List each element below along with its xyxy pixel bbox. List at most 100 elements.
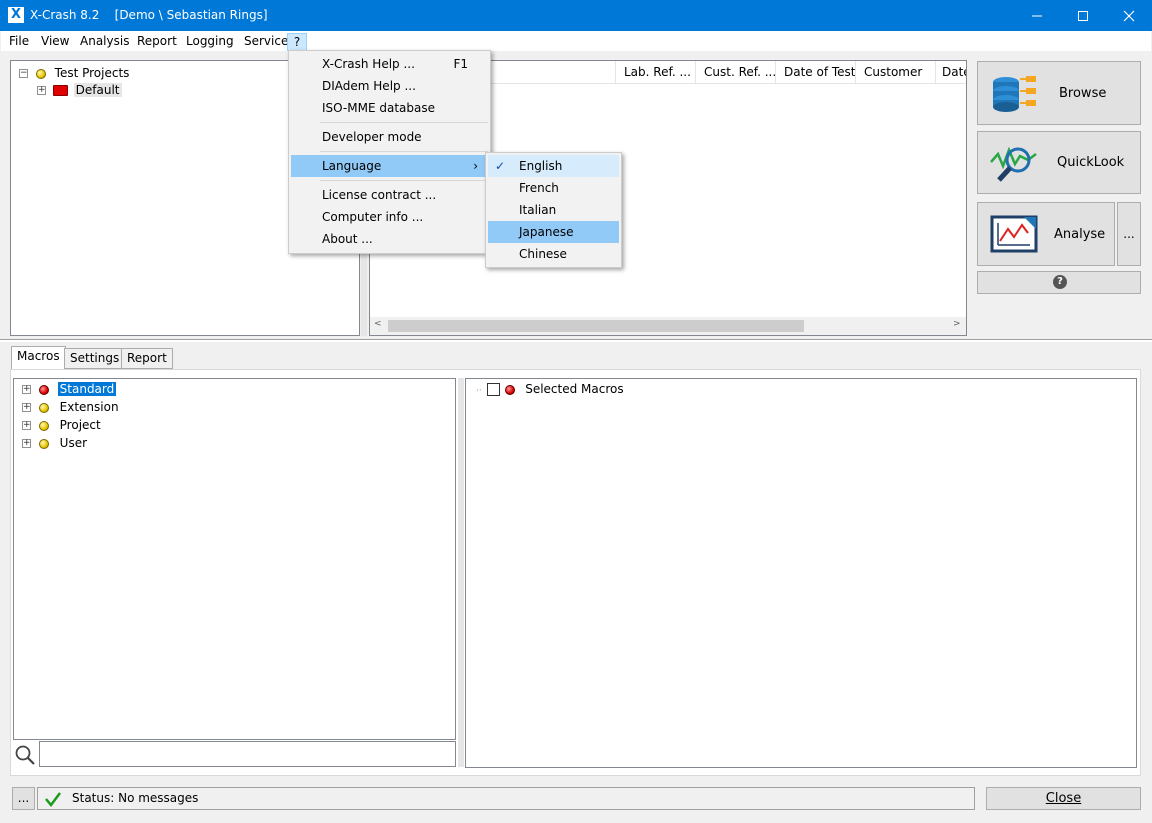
expand-icon[interactable]: +	[22, 421, 31, 430]
menu-item-developer-mode[interactable]: Developer mode	[291, 126, 488, 148]
menu-view[interactable]: View	[40, 33, 70, 51]
language-item-chinese[interactable]: Chinese	[488, 243, 619, 265]
horizontal-scrollbar[interactable]: < >	[370, 317, 966, 335]
menu-item-shortcut: F1	[453, 57, 468, 71]
submenu-arrow-icon: ›	[473, 159, 478, 173]
title-bar: X X-Crash 8.2 [Demo \ Sebastian Rings]	[0, 0, 1152, 31]
tab-content: + Standard + Extension + Project + User …	[10, 369, 1141, 776]
language-label: English	[519, 159, 563, 173]
analyse-button[interactable]: Analyse	[977, 202, 1115, 266]
status-field: Status: No messages	[37, 787, 975, 810]
tree-item-default[interactable]: + Default	[37, 83, 122, 97]
help-menu: X-Crash Help ... F1 DIAdem Help ... ISO-…	[288, 50, 491, 254]
quicklook-label: QuickLook	[1057, 155, 1125, 170]
expand-icon[interactable]: +	[22, 403, 31, 412]
macro-label: Project	[59, 418, 101, 432]
tab-settings[interactable]: Settings	[64, 348, 126, 369]
language-item-english[interactable]: ✓ English	[488, 155, 619, 177]
yellow-status-icon	[38, 402, 49, 413]
menu-item-label: Language	[322, 159, 382, 173]
language-item-japanese[interactable]: Japanese	[488, 221, 619, 243]
help-icon: ?	[1053, 275, 1067, 289]
menu-logging[interactable]: Logging	[185, 33, 235, 51]
expand-icon[interactable]: +	[22, 439, 31, 448]
menu-bar: File View Analysis Report Logging Servic…	[1, 31, 1151, 51]
macro-search-input[interactable]	[39, 741, 456, 767]
menu-file[interactable]: File	[8, 33, 30, 51]
menu-item-diadem-help[interactable]: DIAdem Help ...	[291, 75, 488, 97]
tab-report[interactable]: Report	[121, 348, 173, 369]
tree-label: Default	[73, 83, 122, 97]
menu-separator	[320, 122, 488, 123]
analyse-icon	[990, 215, 1038, 253]
close-icon	[1123, 10, 1135, 22]
selected-macros-checkbox[interactable]	[486, 383, 500, 396]
menu-item-license-contract[interactable]: License contract ...	[291, 184, 488, 206]
macro-item-extension[interactable]: + Extension	[22, 400, 119, 414]
close-label: Close	[1045, 791, 1082, 806]
menu-analysis[interactable]: Analysis	[79, 33, 130, 51]
menu-item-label: X-Crash Help ...	[322, 57, 415, 71]
close-button[interactable]: Close	[986, 787, 1141, 810]
selected-macros-label: Selected Macros	[525, 382, 624, 396]
yellow-status-icon	[38, 420, 49, 431]
scrollbar-thumb[interactable]	[388, 320, 804, 332]
selected-macros-panel: ·· Selected Macros	[465, 378, 1137, 768]
column-header-date-of-test[interactable]: Date of Test	[776, 61, 856, 83]
language-item-french[interactable]: French	[488, 177, 619, 199]
analyse-label: Analyse	[1054, 227, 1106, 242]
column-header-lab-ref[interactable]: Lab. Ref. ...	[616, 61, 696, 83]
menu-item-computer-info[interactable]: Computer info ...	[291, 206, 488, 228]
column-header-customer[interactable]: Customer	[856, 61, 936, 83]
selected-macros-item[interactable]: ·· Selected Macros	[476, 382, 624, 396]
quicklook-icon	[990, 146, 1037, 182]
maximize-button[interactable]	[1060, 0, 1106, 31]
expand-icon[interactable]: +	[37, 86, 46, 95]
macro-item-standard[interactable]: + Standard	[22, 382, 117, 396]
help-button[interactable]: ?	[977, 271, 1141, 294]
folder-icon	[52, 85, 68, 96]
red-status-icon	[505, 384, 516, 395]
status-text: Status: No messages	[72, 791, 199, 805]
browse-label: Browse	[1059, 86, 1107, 101]
collapse-icon[interactable]: −	[19, 69, 28, 78]
checkmark-icon	[45, 792, 61, 808]
menu-separator	[320, 180, 488, 181]
macro-label: User	[59, 436, 88, 450]
menu-item-language[interactable]: Language ›	[291, 155, 488, 177]
browse-button[interactable]: Browse	[977, 61, 1141, 125]
search-icon	[15, 745, 35, 765]
minimize-button[interactable]	[1014, 0, 1060, 31]
language-item-italian[interactable]: Italian	[488, 199, 619, 221]
tree-item-test-projects[interactable]: − Test Projects	[19, 66, 129, 80]
menu-help[interactable]: ?	[287, 33, 307, 51]
tab-macros[interactable]: Macros	[11, 346, 66, 369]
status-more-button[interactable]: ...	[12, 787, 35, 810]
menu-report[interactable]: Report	[136, 33, 178, 51]
database-icon	[35, 68, 46, 79]
column-header-date[interactable]: Date	[936, 61, 966, 83]
menu-service[interactable]: Service	[243, 33, 289, 51]
analyse-more-button[interactable]: ...	[1117, 202, 1141, 266]
quicklook-button[interactable]: QuickLook	[977, 131, 1141, 194]
column-header-cust-ref[interactable]: Cust. Ref. ...	[696, 61, 776, 83]
menu-item-iso-mme-database[interactable]: ISO-MME database	[291, 97, 488, 119]
menu-item-about[interactable]: About ...	[291, 228, 488, 250]
database-browse-icon	[993, 76, 1036, 112]
macro-item-user[interactable]: + User	[22, 436, 87, 450]
scroll-right-icon[interactable]: >	[953, 319, 961, 329]
tree-label: Test Projects	[54, 66, 130, 80]
macro-item-project[interactable]: + Project	[22, 418, 101, 432]
app-icon: X	[8, 7, 24, 23]
macro-tree-panel: + Standard + Extension + Project + User	[13, 378, 456, 740]
menu-item-xcrash-help[interactable]: X-Crash Help ... F1	[291, 53, 488, 75]
macro-splitter[interactable]	[458, 378, 464, 767]
language-submenu: ✓ English French Italian Japanese Chines…	[485, 152, 622, 268]
minimize-icon	[1032, 15, 1042, 17]
maximize-icon	[1078, 11, 1088, 21]
close-window-button[interactable]	[1106, 0, 1152, 31]
window-title: X-Crash 8.2 [Demo \ Sebastian Rings]	[30, 8, 268, 22]
scroll-left-icon[interactable]: <	[374, 319, 382, 329]
expand-icon[interactable]: +	[22, 385, 31, 394]
splitter-highlight	[0, 340, 1152, 342]
